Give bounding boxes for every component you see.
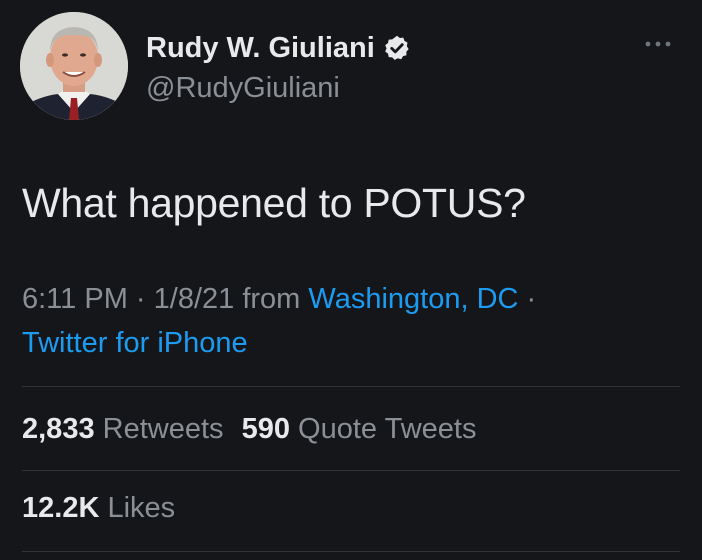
divider — [22, 551, 680, 552]
tweet-source-link[interactable]: Twitter for iPhone — [22, 327, 248, 359]
tweet: Rudy W. Giuliani @RudyGiuliani What happ… — [0, 0, 702, 560]
avatar-image — [20, 12, 128, 120]
likes-stat[interactable]: 12.2K Likes — [22, 492, 175, 525]
tweet-stats-row: 2,833 Retweets 590 Quote Tweets — [22, 413, 476, 446]
author-handle[interactable]: @RudyGiuliani — [146, 72, 340, 105]
meta-from-label: from — [234, 283, 309, 315]
retweets-count: 2,833 — [22, 413, 95, 445]
tweet-time[interactable]: 6:11 PM — [22, 283, 128, 315]
meta-separator: · — [518, 283, 537, 315]
meta-separator: · — [127, 283, 154, 315]
likes-count: 12.2K — [22, 492, 100, 524]
author-name-row: Rudy W. Giuliani — [146, 28, 411, 68]
tweet-date[interactable]: 1/8/21 — [154, 283, 235, 315]
tweet-text: What happened to POTUS? — [22, 180, 526, 226]
verified-badge-icon — [385, 35, 409, 60]
retweets-stat[interactable]: 2,833 Retweets — [22, 413, 224, 445]
author-avatar[interactable] — [20, 12, 128, 120]
likes-label: Likes — [107, 492, 176, 524]
author-display-name[interactable]: Rudy W. Giuliani — [146, 32, 375, 65]
quote-tweets-count: 590 — [241, 413, 290, 445]
quote-tweets-stat[interactable]: 590 Quote Tweets — [242, 413, 477, 445]
tweet-location-link[interactable]: Washington, DC — [308, 283, 518, 315]
retweets-label: Retweets — [102, 413, 224, 445]
divider — [22, 386, 680, 387]
more-options-icon[interactable] — [640, 34, 676, 54]
tweet-meta: 6:11 PM · 1/8/21 from Washington, DC · T… — [22, 277, 682, 365]
quote-tweets-label: Quote Tweets — [298, 413, 477, 445]
divider — [22, 470, 680, 471]
